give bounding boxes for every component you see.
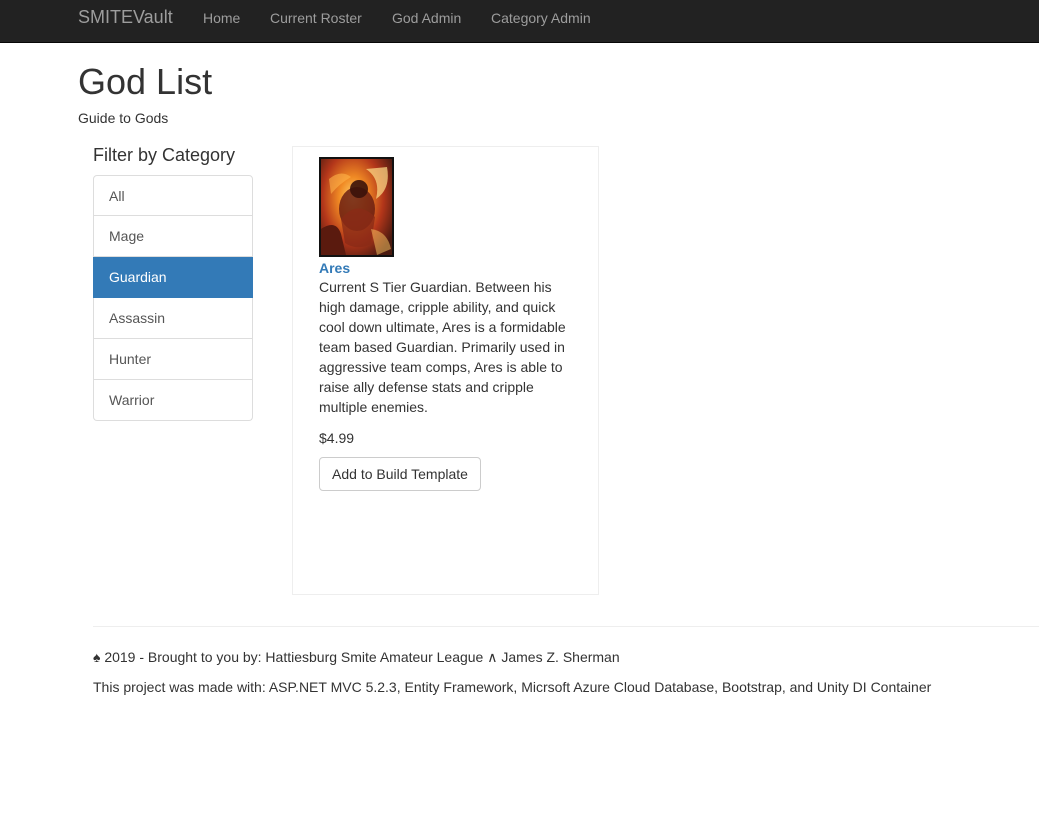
god-portrait-image	[319, 157, 394, 257]
nav-category-admin-link[interactable]: Category Admin	[491, 9, 591, 27]
add-to-build-template-button[interactable]: Add to Build Template	[319, 457, 481, 491]
category-warrior[interactable]: Warrior	[93, 380, 253, 421]
category-list: All Mage Guardian Assassin Hunter Warrio…	[93, 175, 253, 421]
footer-divider	[93, 626, 1039, 627]
god-name-link[interactable]: Ares	[319, 260, 350, 276]
nav-current-roster-link[interactable]: Current Roster	[270, 9, 362, 27]
category-all[interactable]: All	[93, 175, 253, 216]
brand-link[interactable]: SMITEVault	[78, 7, 173, 27]
god-price: $4.99	[319, 430, 355, 446]
page-title: God List	[78, 61, 213, 102]
footer-credit: ♠ 2019 - Brought to you by: Hattiesburg …	[93, 649, 620, 665]
category-assassin[interactable]: Assassin	[93, 298, 253, 339]
top-navbar: SMITEVault Home Current Roster God Admin…	[0, 0, 1039, 43]
god-description: Current S Tier Guardian. Between his hig…	[319, 279, 566, 415]
filter-heading: Filter by Category	[93, 145, 236, 165]
category-mage[interactable]: Mage	[93, 216, 253, 257]
category-guardian[interactable]: Guardian	[93, 257, 253, 298]
category-hunter[interactable]: Hunter	[93, 339, 253, 380]
nav-home-link[interactable]: Home	[203, 9, 240, 27]
god-card: Ares Current S Tier Guardian. Between hi…	[292, 146, 599, 595]
page-subtitle: Guide to Gods	[78, 110, 169, 126]
nav-god-admin-link[interactable]: God Admin	[392, 9, 461, 27]
footer-tech-stack: This project was made with: ASP.NET MVC …	[93, 679, 932, 695]
